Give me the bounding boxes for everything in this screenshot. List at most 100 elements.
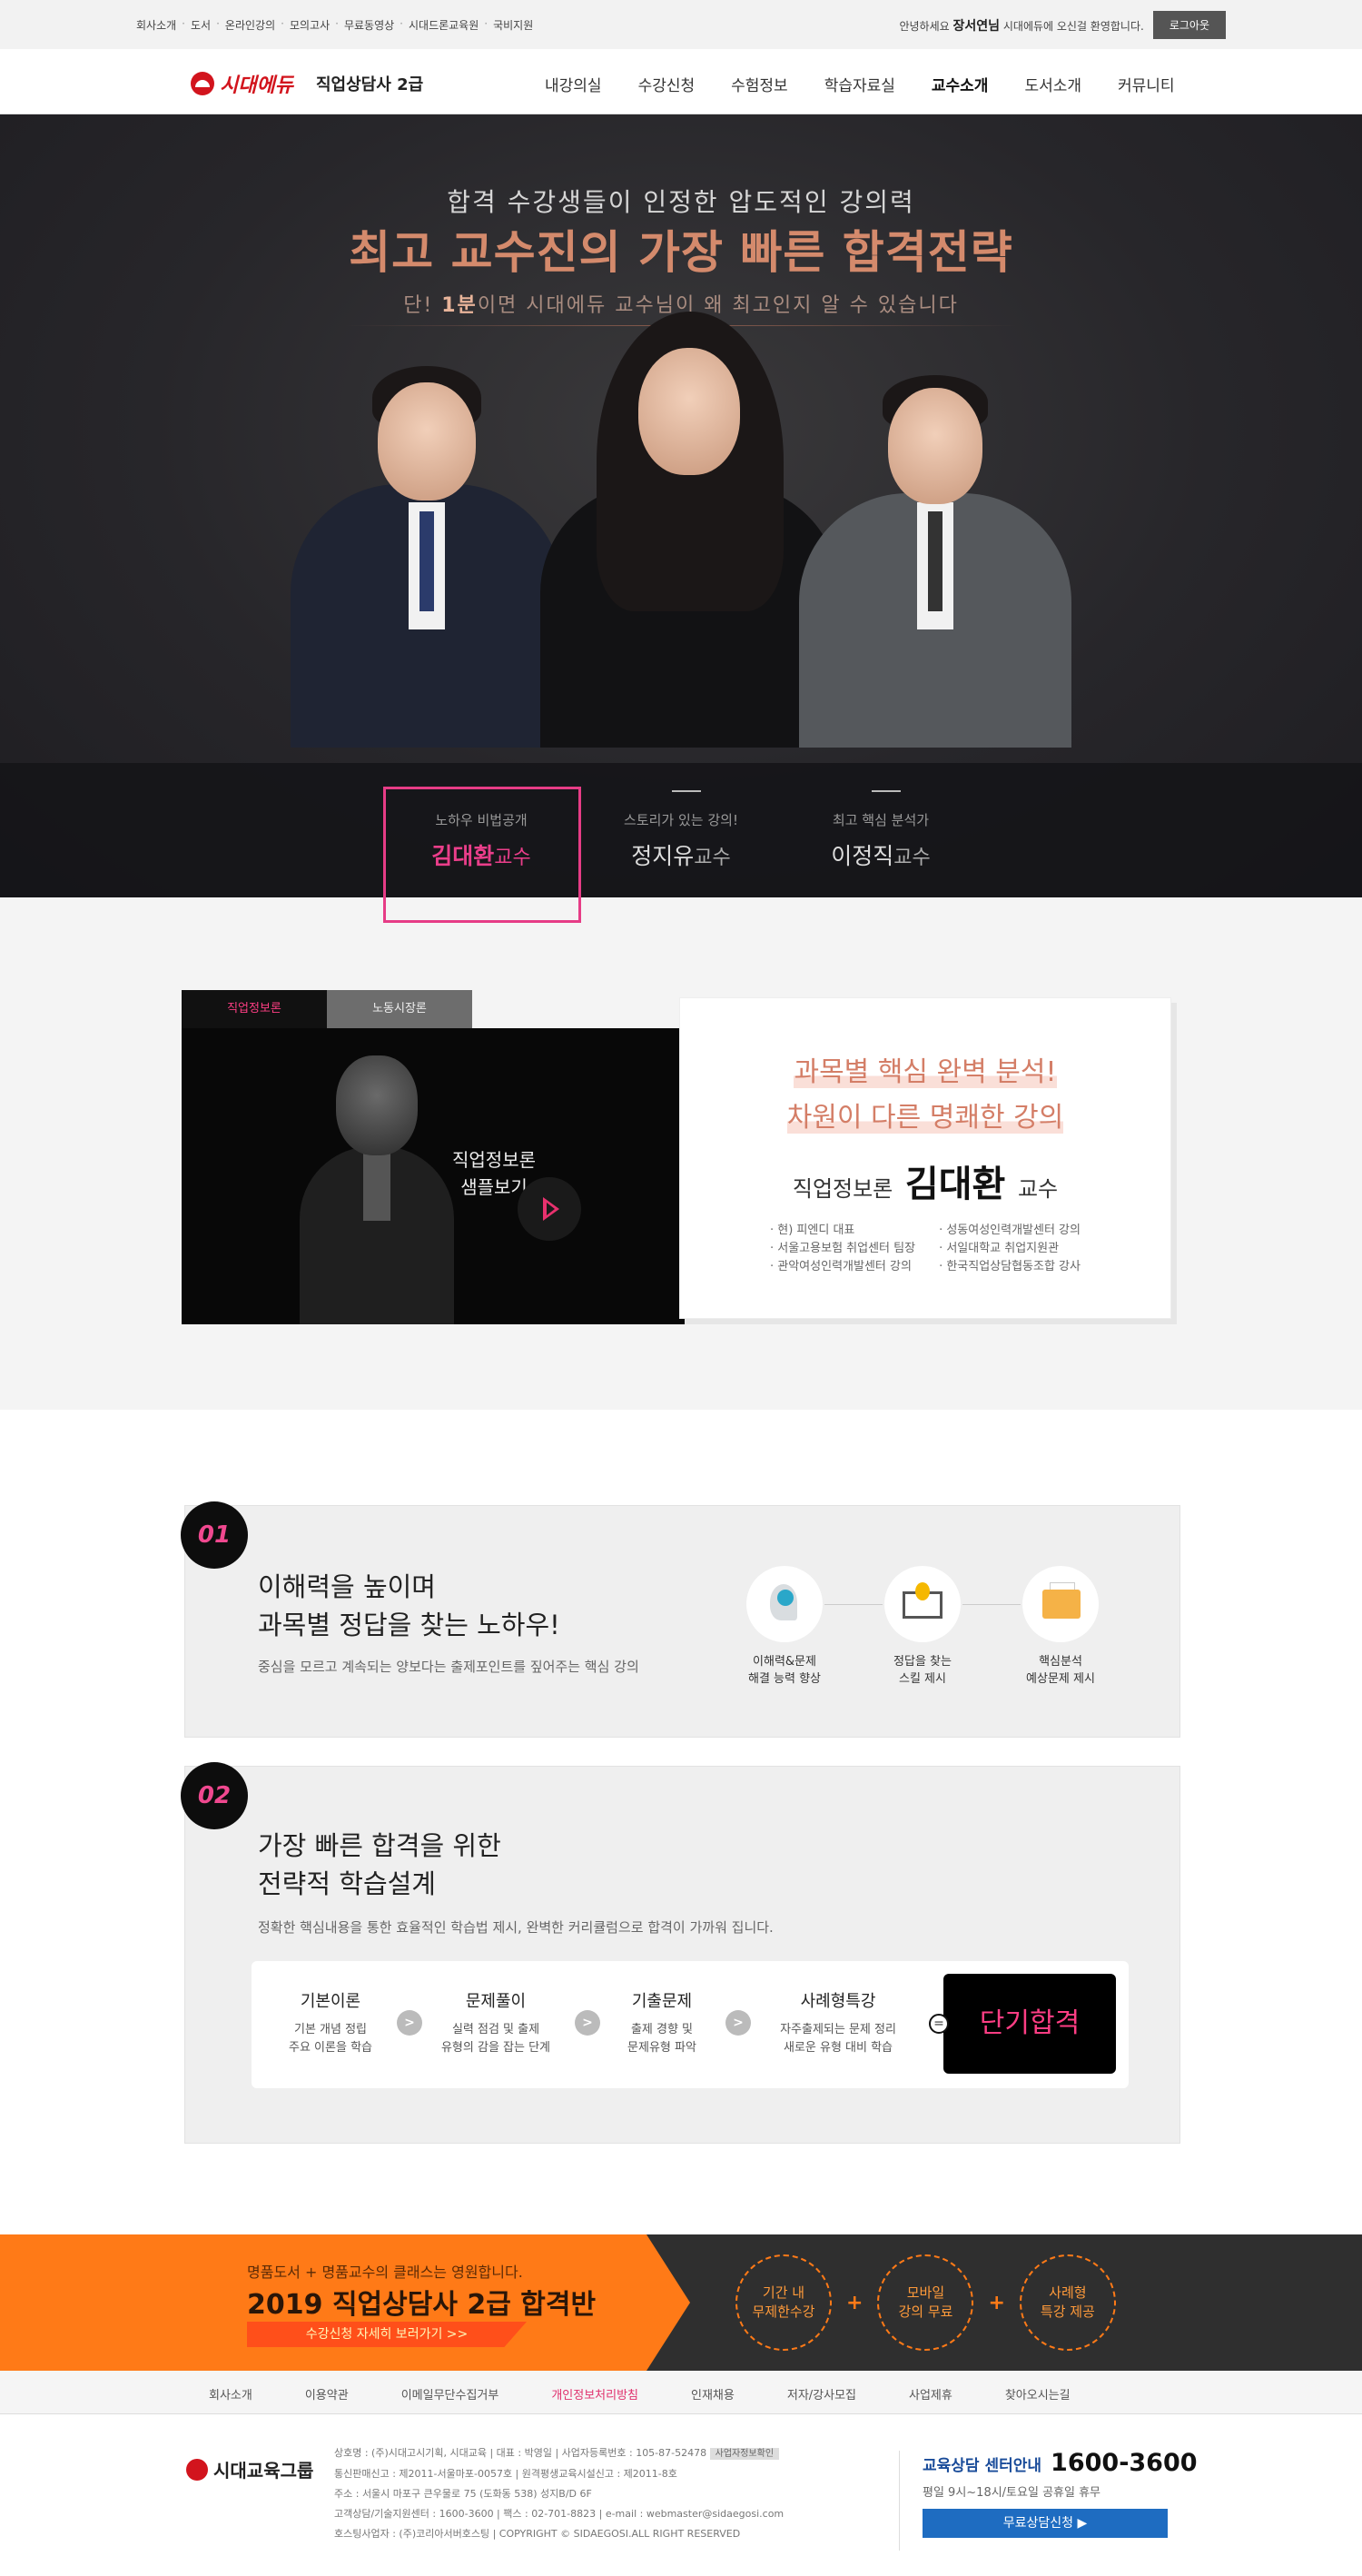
step-past-exams: 기출문제 출제 경향 및 문제유형 파악 [627, 1992, 696, 2055]
benefit-mobile: 모바일 강의 무료 [877, 2254, 974, 2351]
tab-dash [672, 790, 701, 792]
professor-intro-card: 과목별 핵심 완벽 분석! 차원이 다른 명쾌한 강의 직업정보론 김대환 교수… [679, 997, 1171, 1319]
equals-icon: = [929, 2014, 949, 2034]
footer-link-partnership[interactable]: 사업제휴 [909, 2385, 952, 2403]
footer-link-directions[interactable]: 찾아오시는길 [1005, 2385, 1071, 2403]
step-case-lecture: 사례형특강 자주출제되는 문제 정리 새로운 유형 대비 학습 [780, 1992, 896, 2055]
util-link-mock[interactable]: 모의고사 [290, 17, 330, 33]
util-link-books[interactable]: 도서 [191, 17, 211, 33]
career-item: · 현) 피엔디 대표 [770, 1224, 855, 1237]
selected-professor-highlight [383, 787, 581, 923]
folder-icon [1022, 1566, 1099, 1642]
feature-icons: 이해력&문제 해결 능력 향상 정답을 찾는 스킬 제시 핵심분석 예상문제 제시 [746, 1566, 1099, 1688]
footer-links-bar: 회사소개 이용약관 이메일무단수집거부 개인정보처리방침 인재채용 저자/강사모… [0, 2371, 1362, 2414]
final-result-badge: 단기합격 [943, 1974, 1116, 2074]
tab-dash [872, 790, 901, 792]
nav-item-professors[interactable]: 교수소개 [932, 73, 989, 95]
customer-service: 교육상담 센터안내 1600-3600 평일 9시~18시/토요일 공휴일 휴무 … [923, 2449, 1198, 2538]
tab-job-info[interactable]: 직업정보론 [182, 990, 327, 1028]
features-section: 01 이해력을 높이며 과목별 정답을 찾는 노하우! 중심을 모르고 계속되는 … [0, 1410, 1362, 2234]
footer-divider [899, 2451, 900, 2551]
professor-heading: 직업정보론 김대환 교수 [792, 1164, 1059, 1205]
play-icon[interactable] [518, 1177, 581, 1241]
hero-subtitle: 합격 수강생들이 인정한 압도적인 강의력 [447, 187, 915, 217]
util-link-online[interactable]: 온라인강의 [225, 17, 275, 33]
user-name: 장서연님 [952, 18, 1001, 34]
feature-card-2: 02 가장 빠른 합격을 위한 전략적 학습설계 정확한 핵심내용을 통한 효율적… [181, 1762, 1180, 2144]
career-item: · 관악여성인력개발센터 강의 [770, 1260, 912, 1273]
feature-title: 이해력을 높이며 과목별 정답을 찾는 노하우! [258, 1571, 560, 1640]
hero-title: 최고 교수진의 가장 빠른 합격전략 [349, 226, 1013, 279]
footer-link-recruit-authors[interactable]: 저자/강사모집 [787, 2385, 856, 2403]
book-bulb-icon [884, 1566, 961, 1642]
professor-name: 정지유 [631, 843, 695, 869]
footer-link-company[interactable]: 회사소개 [209, 2385, 252, 2403]
footer-link-privacy[interactable]: 개인정보처리방침 [551, 2385, 638, 2403]
group-logo-icon [186, 2458, 208, 2481]
icon-label: 이해력&문제 해결 능력 향상 [747, 1655, 822, 1686]
lecture-preview-section: 직업정보론 노동시장론 직업정보론 샘플보기 과목별 핵심 완벽 분석! 차원이 … [0, 897, 1362, 1410]
footer: 시대교육그룹 상호명 : (주)시대고시기획, 시대교육 | 대표 : 박영일 … [0, 2414, 1362, 2576]
subject-tabs: 직업정보론 노동시장론 [182, 990, 472, 1028]
feature-description: 중심을 모르고 계속되는 양보다는 출제포인트를 짚어주는 핵심 강의 [258, 1659, 639, 1675]
util-link-company[interactable]: 회사소개 [136, 17, 176, 33]
greeting-pre: 안녕하세요 [899, 19, 950, 33]
video-thumbnail-person [300, 1046, 454, 1324]
nav-item-classroom[interactable]: 내강의실 [545, 73, 602, 95]
free-consult-button[interactable]: 무료상담신청 ▶ [923, 2509, 1168, 2538]
promo-cta-button[interactable]: 수강신청 자세히 보러가기 >> [247, 2322, 527, 2347]
nav-item-materials[interactable]: 학습자료실 [824, 73, 895, 95]
feature-card-1: 01 이해력을 높이며 과목별 정답을 찾는 노하우! 중심을 모르고 계속되는 … [181, 1501, 1180, 1738]
career-item: · 서일대학교 취업지원관 [939, 1242, 1060, 1255]
professor-caption: 스토리가 있는 강의! [624, 812, 738, 828]
professor-photo-right [799, 375, 1071, 748]
plus-icon: + [988, 2291, 1005, 2314]
professor-tab-lee[interactable]: 최고 핵심 분석가 이정직교수 [790, 790, 972, 871]
site-logo[interactable]: 시대에듀 [191, 69, 293, 98]
tab-labor-market[interactable]: 노동시장론 [327, 990, 472, 1028]
footer-link-careers[interactable]: 인재채용 [691, 2385, 735, 2403]
promo-title: 2019 직업상담사 2급 합격반 [247, 2289, 597, 2321]
benefit-special: 사례형 특강 제공 [1019, 2254, 1116, 2351]
logout-button[interactable]: 로그아웃 [1152, 11, 1226, 39]
icon-label: 정답을 찾는 스킬 제시 [893, 1655, 952, 1686]
util-link-gov[interactable]: 국비지원 [493, 17, 533, 33]
company-info: 상호명 : (주)시대고시기획, 시대교육 | 대표 : 박영일 | 사업자등록… [334, 2447, 785, 2540]
nav-item-enroll[interactable]: 수강신청 [638, 73, 696, 95]
cs-hours: 평일 9시~18시/토요일 공휴일 휴무 [923, 2486, 1101, 2500]
head-gear-icon [746, 1566, 823, 1642]
promo-tagline: 명품도서 + 명품교수의 클래스는 영원합니다. [247, 2264, 523, 2281]
professor-photo-left [291, 366, 563, 748]
main-nav: 내강의실 수강신청 수험정보 학습자료실 교수소개 도서소개 커뮤니티 [545, 73, 1175, 95]
benefit-unlimited: 기간 내 무제한수강 [735, 2254, 832, 2351]
greeting-post: 시대에듀에 오신걸 환영합니다. [1002, 19, 1144, 33]
plus-icon: + [846, 2291, 864, 2314]
professor-name: 이정직 [831, 843, 894, 869]
nav-item-exam-info[interactable]: 수험정보 [731, 73, 788, 95]
career-item: · 서울고용보험 취업센터 팀장 [770, 1242, 916, 1255]
footer-link-terms[interactable]: 이용약관 [305, 2385, 349, 2403]
step-problems: 문제풀이 실력 점검 및 출제 유형의 감을 잡는 단계 [440, 1992, 551, 2055]
business-info-button[interactable]: 사업자정보확인 [709, 2448, 780, 2460]
footer-logo: 시대교육그룹 [186, 2456, 313, 2482]
feature-number: 02 [181, 1762, 248, 1829]
util-link-free-video[interactable]: 무료동영상 [344, 17, 394, 33]
util-link-drone[interactable]: 시대드론교육원 [409, 17, 479, 33]
curriculum-steps: 기본이론 기본 개념 정립 주요 이론을 학습 > 문제풀이 실력 점검 및 출제… [252, 1961, 1129, 2088]
professor-caption: 최고 핵심 분석가 [832, 812, 930, 828]
icon-label: 핵심분석 예상문제 제시 [1026, 1655, 1095, 1686]
professor-suffix: 교수 [694, 847, 731, 869]
sample-video-player[interactable]: 직업정보론 샘플보기 [182, 1028, 699, 1324]
career-item: · 한국직업상담협동조합 강사 [939, 1260, 1081, 1273]
feature-title: 가장 빠른 합격을 위한 전략적 학습설계 [258, 1830, 501, 1899]
promo-banner[interactable]: 명품도서 + 명품교수의 클래스는 영원합니다. 2019 직업상담사 2급 합… [0, 2234, 1362, 2371]
intro-line-2: 차원이 다른 명쾌한 강의 [786, 1102, 1064, 1134]
cs-phone: 1600-3600 [1051, 2449, 1198, 2477]
professor-photo-center [540, 312, 840, 748]
professor-tab-jung[interactable]: 스토리가 있는 강의! 정지유교수 [590, 790, 772, 871]
nav-item-books[interactable]: 도서소개 [1024, 73, 1081, 95]
intro-line-1: 과목별 핵심 완벽 분석! [794, 1056, 1057, 1088]
hero-section: 합격 수강생들이 인정한 압도적인 강의력 최고 교수진의 가장 빠른 합격전략… [0, 114, 1362, 897]
footer-link-email-policy[interactable]: 이메일무단수집거부 [401, 2385, 499, 2403]
nav-item-community[interactable]: 커뮤니티 [1118, 73, 1175, 95]
